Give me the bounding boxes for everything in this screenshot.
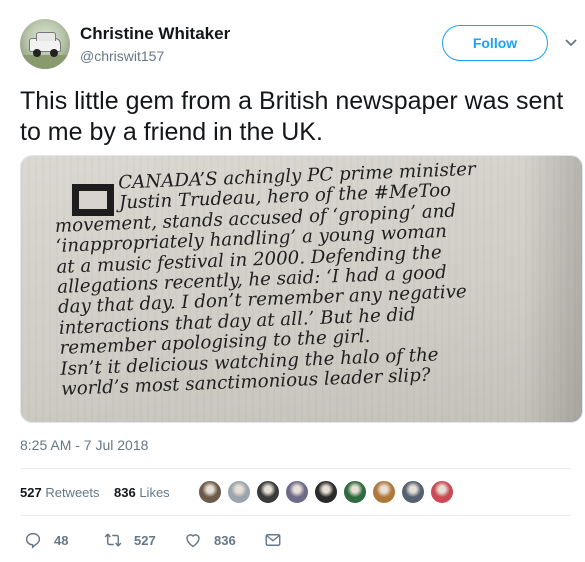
- tweet-image[interactable]: CANADA’S achingly PC prime minister Just…: [20, 155, 583, 423]
- reply-count: 48: [54, 532, 69, 548]
- tweet-stats: 527 Retweets 836 Likes: [20, 476, 570, 508]
- like-button[interactable]: 836: [184, 528, 236, 552]
- liker-avatar[interactable]: [256, 480, 280, 504]
- follow-button[interactable]: Follow: [442, 25, 548, 61]
- likes-label: Likes: [139, 485, 170, 500]
- likes-count: 836: [114, 485, 136, 500]
- liker-avatar[interactable]: [401, 480, 425, 504]
- reply-button[interactable]: 48: [24, 528, 68, 552]
- chevron-down-icon[interactable]: [564, 36, 578, 50]
- retweet-button[interactable]: 527: [104, 528, 156, 552]
- tweet-timestamp[interactable]: 8:25 AM - 7 Jul 2018: [20, 437, 148, 453]
- divider: [20, 515, 570, 516]
- liker-avatar[interactable]: [430, 480, 454, 504]
- retweets-label: Retweets: [45, 485, 100, 500]
- author-handle[interactable]: @chriswit157: [80, 48, 164, 64]
- tweet-header: Christine Whitaker @chriswit157 Follow: [20, 18, 577, 70]
- tweet-actions: 48 527 836: [20, 528, 570, 552]
- liker-avatar[interactable]: [285, 480, 309, 504]
- liker-avatar[interactable]: [198, 480, 222, 504]
- reply-icon: [25, 532, 41, 549]
- retweets-stat[interactable]: 527 Retweets: [20, 485, 100, 500]
- retweet-count: 527: [134, 532, 156, 548]
- likes-stat[interactable]: 836 Likes: [114, 485, 170, 500]
- retweet-icon: [104, 533, 122, 547]
- newspaper-clipping-text: CANADA’S achingly PC prime minister Just…: [53, 156, 581, 400]
- retweets-count: 527: [20, 485, 42, 500]
- like-count: 836: [214, 532, 236, 548]
- divider: [20, 468, 570, 469]
- direct-message-button[interactable]: [264, 528, 282, 552]
- tweet-text: This little gem from a British newspaper…: [20, 87, 564, 146]
- liker-avatar[interactable]: [314, 480, 338, 504]
- liker-avatar[interactable]: [343, 480, 367, 504]
- author-avatar[interactable]: [20, 19, 70, 69]
- heart-icon: [186, 534, 200, 548]
- author-name[interactable]: Christine Whitaker: [80, 24, 230, 44]
- envelope-icon: [265, 534, 281, 546]
- liker-avatar[interactable]: [372, 480, 396, 504]
- liker-avatar[interactable]: [227, 480, 251, 504]
